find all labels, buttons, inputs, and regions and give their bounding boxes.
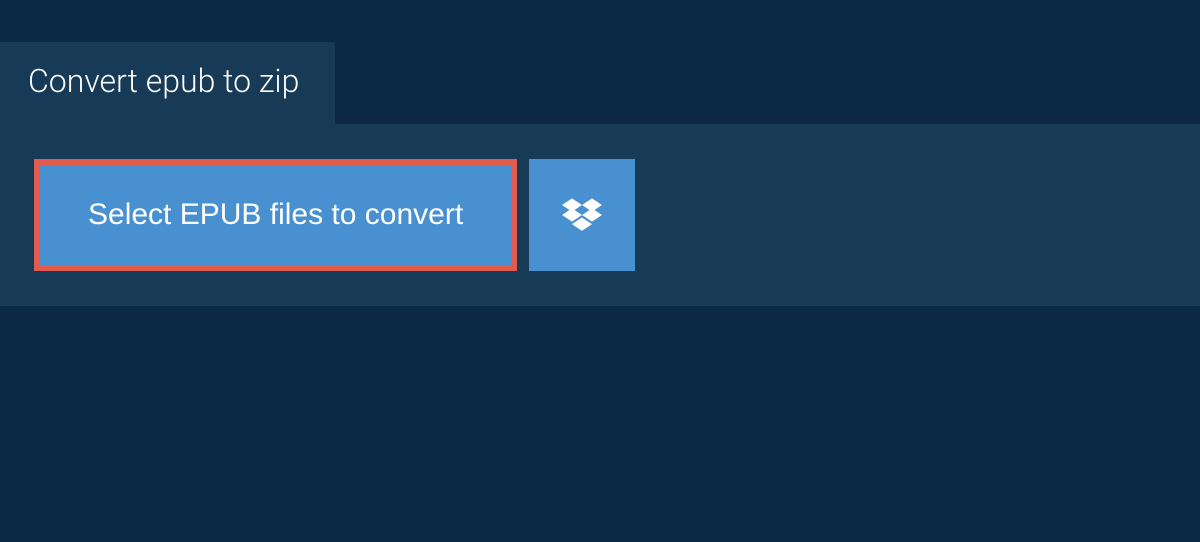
tab-convert[interactable]: Convert epub to zip <box>0 42 335 124</box>
dropbox-button[interactable] <box>529 159 635 271</box>
select-files-button[interactable]: Select EPUB files to convert <box>40 165 511 265</box>
select-files-label: Select EPUB files to convert <box>88 198 463 232</box>
tab-label: Convert epub to zip <box>28 62 299 100</box>
tab-strip: Convert epub to zip <box>0 42 1200 124</box>
dropbox-icon <box>562 195 602 235</box>
upload-panel: Select EPUB files to convert <box>0 124 1200 306</box>
select-files-highlight: Select EPUB files to convert <box>34 159 517 271</box>
